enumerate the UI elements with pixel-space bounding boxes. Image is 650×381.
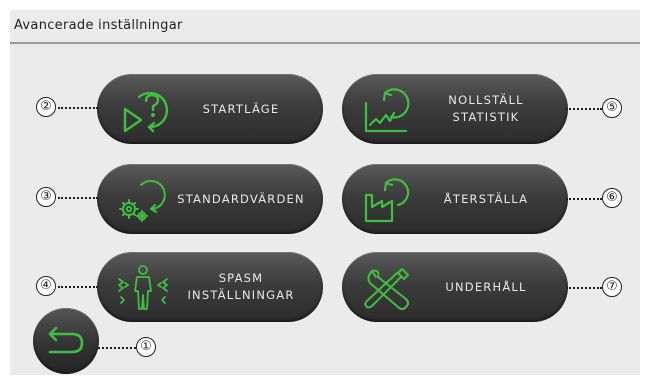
default-values-label: STANDARDVÄRDEN [177,191,305,206]
callout-line-6 [566,198,602,200]
callout-3: ③ [36,187,56,207]
start-mode-label: STARTLÄGE [202,101,280,116]
callout-5: ⑤ [602,98,622,118]
reset-statistics-icon [364,88,410,133]
callout-4: ④ [36,276,56,296]
callout-7: ⑦ [602,277,622,297]
default-values-icon [119,180,166,222]
factory-reset-button[interactable]: ÅTERSTÄLLA [342,164,568,234]
maintenance-label: UNDERHÅLL [445,279,527,294]
back-arrow-icon [48,326,84,354]
default-values-button[interactable]: STANDARDVÄRDEN [97,164,323,234]
factory-reset-label: ÅTERSTÄLLA [443,191,529,206]
spasm-label-line2: INSTÄLLNINGAR [187,288,295,302]
callout-line-3 [58,197,98,199]
callout-6: ⑥ [602,188,622,208]
callout-line-7 [566,287,602,289]
maintenance-button[interactable]: UNDERHÅLL [342,252,568,322]
factory-reset-icon [364,178,410,223]
reset-statistics-label-line1: NOLLSTÄLL [448,93,524,107]
callout-line-4 [58,286,98,288]
callout-2: ② [36,97,56,117]
page-title: Avancerade inställningar [14,18,183,33]
spasm-label-line1: SPASM [218,271,264,285]
callout-line-1 [98,347,136,349]
callout-line-5 [566,108,602,110]
callout-1: ① [136,337,156,357]
reset-statistics-label-line2: STATISTIK [452,110,520,124]
start-mode-icon [123,91,169,133]
tools-icon [364,268,409,310]
back-button[interactable] [33,308,99,374]
callout-line-2 [58,107,98,109]
start-mode-button[interactable]: STARTLÄGE [97,74,323,144]
spasm-settings-button[interactable]: SPASM INSTÄLLNINGAR [97,252,323,322]
spasm-body-icon [118,265,168,310]
reset-statistics-button[interactable]: NOLLSTÄLL STATISTIK [342,74,568,144]
title-divider [10,42,640,44]
